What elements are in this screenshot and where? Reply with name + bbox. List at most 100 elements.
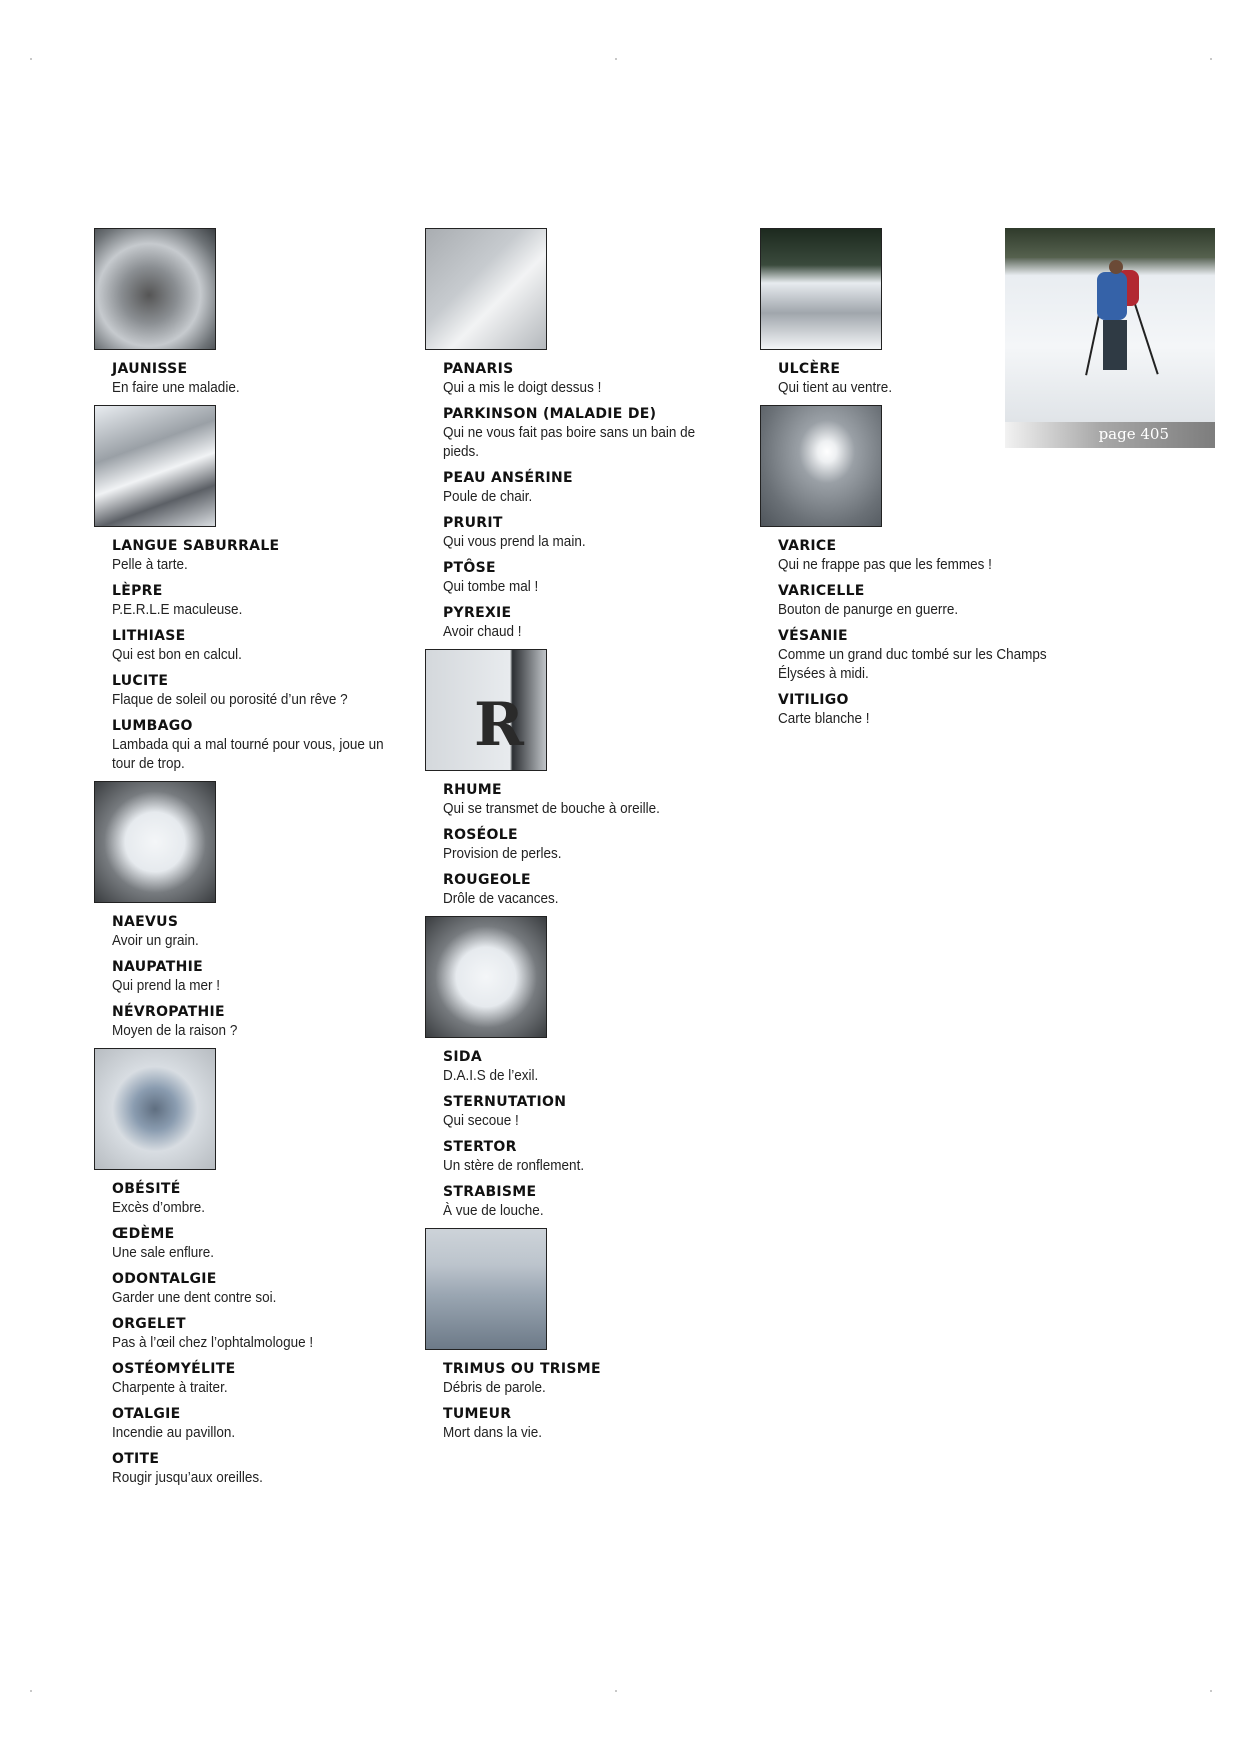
thumbnail-photo xyxy=(94,1048,216,1170)
tree-line xyxy=(1005,228,1215,258)
glossary-entry: LÈPRE P.E.R.L.E maculeuse. xyxy=(112,582,414,619)
glossary-definition: Un stère de ronflement. xyxy=(443,1157,585,1174)
glossary-term: LANGUE SABURRALE xyxy=(112,538,280,554)
glossary-term: PRURIT xyxy=(443,515,503,531)
glossary-term: VARICE xyxy=(778,538,837,554)
glossary-term: OTITE xyxy=(112,1451,160,1467)
crop-mark xyxy=(1210,1690,1212,1692)
glossary-entry: NÉVROPATHIE Moyen de la raison ? xyxy=(112,1003,414,1040)
glossary-entry: STERNUTATION Qui secoue ! xyxy=(443,1093,745,1130)
glossary-entry: STERTOR Un stère de ronflement. xyxy=(443,1138,745,1175)
glossary-definition: Excès d’ombre. xyxy=(112,1199,206,1216)
glossary-group: NAEVUS Avoir un grain. NAUPATHIE Qui prend … xyxy=(112,913,414,1040)
hiker-blue-jacket xyxy=(1097,272,1127,320)
glossary-term: PANARIS xyxy=(443,361,514,377)
thumbnail-photo: R xyxy=(425,649,547,771)
glossary-term: VARICELLE xyxy=(778,583,865,599)
glossary-definition: Incendie au pavillon. xyxy=(112,1424,236,1441)
glossary-definition: Bouton de panurge en guerre. xyxy=(778,601,959,618)
column-middle: PANARIS Qui a mis le doigt dessus ! PARKIN… xyxy=(425,228,745,1450)
glossary-entry: ODONTALGIE Garder une dent contre soi. xyxy=(112,1270,414,1307)
hiker-legs xyxy=(1103,320,1127,370)
glossary-group: OBÉSITÉ Excès d’ombre. ŒDÈME Une sale enflu… xyxy=(112,1180,414,1487)
glossary-definition: Provision de perles. xyxy=(443,845,562,862)
glossary-term: LITHIASE xyxy=(112,628,186,644)
glossary-term: PYREXIE xyxy=(443,605,512,621)
glossary-definition: D.A.I.S de l’exil. xyxy=(443,1067,539,1084)
sign-letter: R xyxy=(474,690,524,760)
glossary-entry: TRIMUS OU TRISME Débris de parole. xyxy=(443,1360,745,1397)
glossary-term: ROUGEOLE xyxy=(443,872,531,888)
glossary-definition: Comme un grand duc tombé sur les Champs … xyxy=(778,646,1047,682)
glossary-entry: PARKINSON (MALADIE DE) Qui ne vous fait p… xyxy=(443,405,745,461)
glossary-definition: Qui se transmet de bouche à oreille. xyxy=(443,800,660,817)
glossary-definition: Moyen de la raison ? xyxy=(112,1022,238,1039)
glossary-group: RHUME Qui se transmet de bouche à oreille… xyxy=(443,781,745,908)
glossary-term: LÈPRE xyxy=(112,583,163,599)
crop-mark xyxy=(30,1690,32,1692)
glossary-term: STERTOR xyxy=(443,1139,517,1155)
glossary-term: LUMBAGO xyxy=(112,718,193,734)
glossary-definition: En faire une maladie. xyxy=(112,379,240,396)
glossary-definition: Carte blanche ! xyxy=(778,710,870,727)
glossary-entry: VARICELLE Bouton de panurge en guerre. xyxy=(778,582,1080,619)
glossary-entry: VARICE Qui ne frappe pas que les femmes ! xyxy=(778,537,1080,574)
thumbnail-photo xyxy=(760,405,882,527)
glossary-term: SIDA xyxy=(443,1049,482,1065)
thumbnail-photo xyxy=(94,781,216,903)
glossary-definition: Qui ne frappe pas que les femmes ! xyxy=(778,556,992,573)
glossary-definition: Charpente à traiter. xyxy=(112,1379,228,1396)
glossary-group: VARICE Qui ne frappe pas que les femmes !… xyxy=(778,537,1080,728)
glossary-entry: ORGELET Pas à l’œil chez l’ophtalmologue … xyxy=(112,1315,414,1352)
glossary-entry: RHUME Qui se transmet de bouche à oreille… xyxy=(443,781,745,818)
glossary-entry: LUCITE Flaque de soleil ou porosité d’un … xyxy=(112,672,414,709)
glossary-definition: Qui secoue ! xyxy=(443,1112,519,1129)
glossary-definition: Qui vous prend la main. xyxy=(443,533,586,550)
glossary-entry: ROUGEOLE Drôle de vacances. xyxy=(443,871,745,908)
glossary-entry: STRABISME À vue de louche. xyxy=(443,1183,745,1220)
page-number-bar: page 405 xyxy=(1005,422,1215,448)
glossary-term: STERNUTATION xyxy=(443,1094,567,1110)
glossary-term: ODONTALGIE xyxy=(112,1271,217,1287)
glossary-group: TRIMUS OU TRISME Débris de parole. TUMEUR M… xyxy=(443,1360,745,1442)
glossary-term: OSTÉOMYÉLITE xyxy=(112,1361,236,1377)
glossary-entry: NAUPATHIE Qui prend la mer ! xyxy=(112,958,414,995)
glossary-term: OTALGIE xyxy=(112,1406,181,1422)
glossary-term: RHUME xyxy=(443,782,502,798)
glossary-entry: TUMEUR Mort dans la vie. xyxy=(443,1405,745,1442)
glossary-definition: Avoir un grain. xyxy=(112,932,199,949)
glossary-definition: Qui a mis le doigt dessus ! xyxy=(443,379,602,396)
glossary-entry: PYREXIE Avoir chaud ! xyxy=(443,604,745,641)
crop-mark xyxy=(30,58,32,60)
glossary-definition: Lambada qui a mal tourné pour vous, joue… xyxy=(112,736,384,772)
glossary-entry: PRURIT Qui vous prend la main. xyxy=(443,514,745,551)
glossary-group: JAUNISSE En faire une maladie. xyxy=(112,360,414,397)
hiker-head xyxy=(1109,260,1123,274)
glossary-entry: LANGUE SABURRALE Pelle à tarte. xyxy=(112,537,414,574)
glossary-definition: Drôle de vacances. xyxy=(443,890,559,907)
glossary-definition: P.E.R.L.E maculeuse. xyxy=(112,601,243,618)
glossary-entry: PANARIS Qui a mis le doigt dessus ! xyxy=(443,360,745,397)
crop-mark xyxy=(615,1690,617,1692)
glossary-definition: Avoir chaud ! xyxy=(443,623,522,640)
glossary-term: NÉVROPATHIE xyxy=(112,1004,225,1020)
thumbnail-photo xyxy=(425,916,547,1038)
glossary-definition: Débris de parole. xyxy=(443,1379,546,1396)
glossary-definition: Mort dans la vie. xyxy=(443,1424,543,1441)
crop-mark xyxy=(615,58,617,60)
glossary-term: PEAU ANSÉRINE xyxy=(443,470,573,486)
glossary-entry: OBÉSITÉ Excès d’ombre. xyxy=(112,1180,414,1217)
thumbnail-photo xyxy=(94,405,216,527)
glossary-definition: Rougir jusqu’aux oreilles. xyxy=(112,1469,263,1486)
glossary-definition: Pelle à tarte. xyxy=(112,556,188,573)
page-number: page 405 xyxy=(1098,425,1169,443)
glossary-entry: NAEVUS Avoir un grain. xyxy=(112,913,414,950)
glossary-entry: VÉSANIE Comme un grand duc tombé sur les … xyxy=(778,627,1080,683)
thumbnail-photo xyxy=(94,228,216,350)
glossary-definition: Flaque de soleil ou porosité d’un rêve ? xyxy=(112,691,348,708)
glossary-term: VITILIGO xyxy=(778,692,849,708)
glossary-term: PTÔSE xyxy=(443,560,496,576)
glossary-definition: Poule de chair. xyxy=(443,488,533,505)
glossary-entry: ŒDÈME Une sale enflure. xyxy=(112,1225,414,1262)
glossary-term: TRIMUS OU TRISME xyxy=(443,1361,601,1377)
